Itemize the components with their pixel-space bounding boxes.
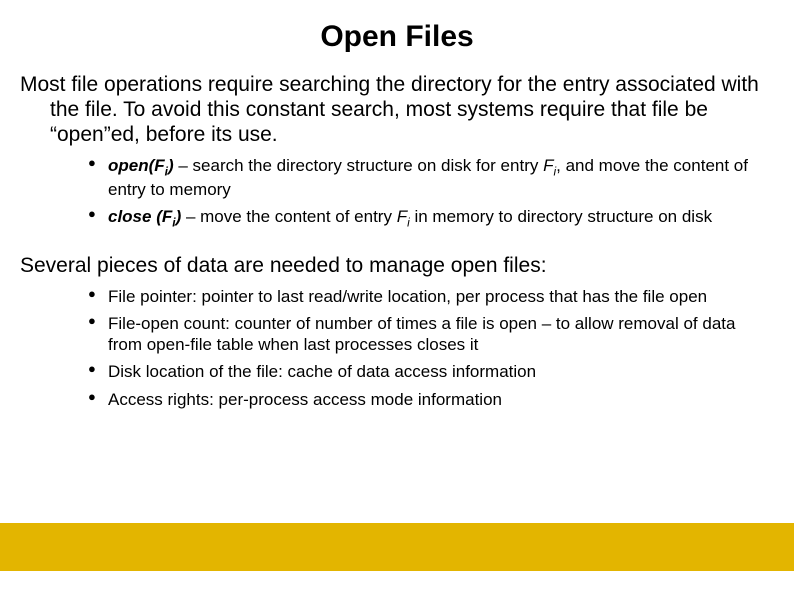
bullet-file-open-count: File-open count: counter of number of ti… bbox=[88, 310, 774, 359]
data-paragraph: Several pieces of data are needed to man… bbox=[20, 253, 774, 278]
close-label-1: close (F bbox=[108, 207, 172, 226]
slide-title: Open Files bbox=[0, 0, 794, 54]
footer-band bbox=[0, 525, 794, 571]
open-text-a: – search the directory structure on disk… bbox=[174, 156, 543, 175]
open-f: F bbox=[543, 156, 553, 175]
close-f: F bbox=[397, 207, 407, 226]
bullet-close: close (Fi) – move the content of entry F… bbox=[88, 203, 774, 233]
data-bullets: File pointer: pointer to last read/write… bbox=[20, 283, 774, 413]
close-text-b: in memory to directory structure on disk bbox=[410, 207, 712, 226]
bullet-open: open(Fi) – search the directory structur… bbox=[88, 152, 774, 204]
bullet-access-rights: Access rights: per-process access mode i… bbox=[88, 386, 774, 413]
slide-body: Most file operations require searching t… bbox=[0, 54, 794, 413]
intro-paragraph: Most file operations require searching t… bbox=[20, 72, 774, 148]
open-label-1: open(F bbox=[108, 156, 165, 175]
bullet-disk-location: Disk location of the file: cache of data… bbox=[88, 358, 774, 385]
slide: Open Files Most file operations require … bbox=[0, 0, 794, 595]
close-text-a: – move the content of entry bbox=[181, 207, 396, 226]
operation-bullets: open(Fi) – search the directory structur… bbox=[20, 152, 774, 234]
bullet-file-pointer: File pointer: pointer to last read/write… bbox=[88, 283, 774, 310]
